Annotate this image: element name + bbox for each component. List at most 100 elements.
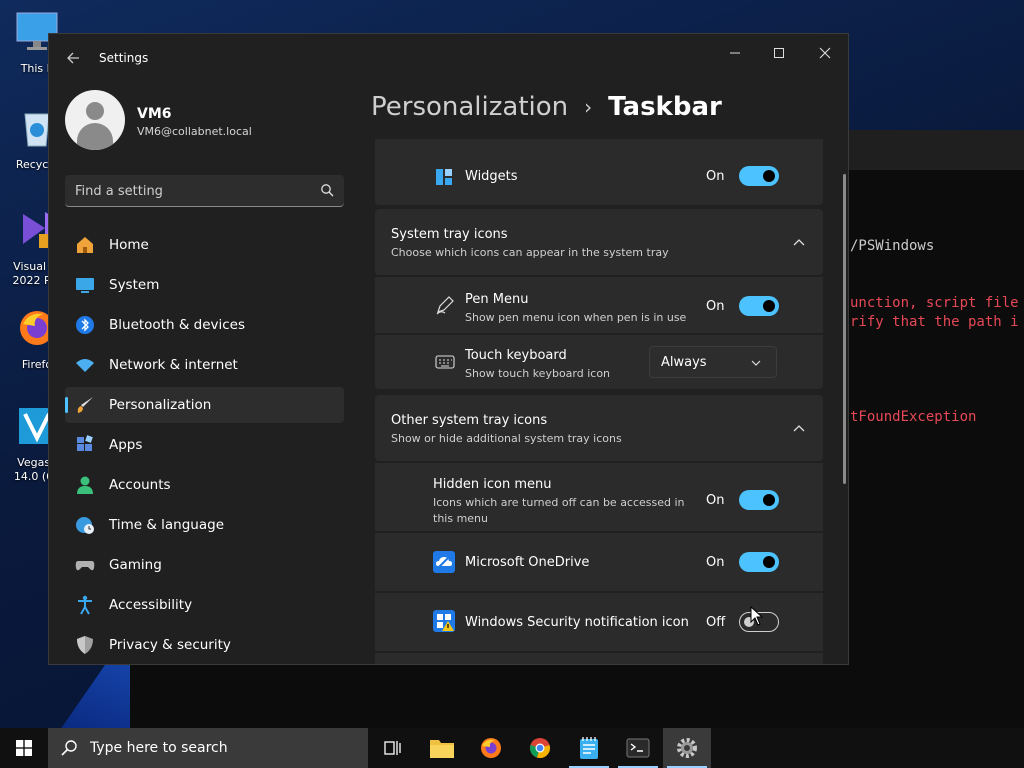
page-title: Taskbar — [608, 92, 722, 122]
windows-logo-icon — [16, 740, 32, 756]
terminal-line: tFoundException — [850, 409, 977, 425]
user-email: VM6@collabnet.local — [137, 125, 252, 138]
sidebar-item-label: Privacy & security — [109, 637, 231, 653]
onedrive-icon — [433, 551, 455, 573]
accessibility-icon — [78, 595, 92, 615]
terminal-line: rify that the path i — [850, 314, 1019, 330]
sidebar-item-label: Personalization — [109, 397, 212, 413]
onedrive-state: On — [706, 555, 725, 570]
chevron-up-icon[interactable] — [793, 423, 805, 435]
sidebar-item-personalization[interactable]: Personalization — [65, 387, 344, 423]
content-scrollbar[interactable] — [843, 174, 846, 484]
onedrive-toggle[interactable] — [739, 552, 779, 572]
task-view-icon — [384, 741, 401, 755]
touch-keyboard-subtitle: Show touch keyboard icon — [465, 367, 611, 380]
minimize-button[interactable] — [712, 38, 758, 68]
windows-security-state: Off — [706, 615, 726, 630]
wifi-icon — [76, 359, 94, 372]
sidebar-item-accounts[interactable]: Accounts — [65, 467, 344, 503]
close-button[interactable] — [802, 38, 848, 68]
taskbar-terminal[interactable] — [614, 728, 662, 768]
accounts-icon — [77, 476, 93, 494]
chevron-up-icon[interactable] — [793, 237, 805, 249]
avatar[interactable] — [65, 90, 125, 150]
maximize-button[interactable] — [756, 38, 802, 68]
sidebar-item-home[interactable]: Home — [65, 227, 344, 263]
minimize-icon — [730, 52, 740, 54]
hidden-icon-menu-row[interactable]: Hidden icon menu Icons which are turned … — [375, 463, 823, 531]
other-tray-subtitle: Show or hide additional system tray icon… — [391, 432, 622, 445]
sidebar-item-system[interactable]: System — [65, 267, 344, 303]
sidebar-item-apps[interactable]: Apps — [65, 427, 344, 463]
settings-icon — [677, 738, 697, 758]
sidebar-item-time-language[interactable]: Time & language — [65, 507, 344, 543]
onedrive-row[interactable]: Microsoft OneDrive On — [375, 533, 823, 591]
window-title: Settings — [99, 51, 149, 65]
taskbar-firefox[interactable] — [467, 728, 515, 768]
mouse-cursor-icon — [750, 606, 764, 626]
taskbar-notepad[interactable] — [565, 728, 613, 768]
notepad-icon — [580, 737, 598, 759]
toggle-knob — [763, 556, 775, 568]
brush-icon — [77, 397, 93, 413]
touch-keyboard-row[interactable]: Touch keyboard Show touch keyboard icon … — [375, 335, 823, 389]
pen-menu-toggle[interactable] — [739, 296, 779, 316]
pen-menu-row[interactable]: Pen Menu Show pen menu icon when pen is … — [375, 277, 823, 333]
start-button[interactable] — [0, 728, 48, 768]
back-button[interactable] — [61, 46, 85, 70]
widgets-state: On — [706, 169, 725, 184]
other-tray-section-header[interactable]: Other system tray icons Show or hide add… — [375, 395, 823, 461]
back-arrow-icon — [67, 52, 79, 64]
sidebar-item-network[interactable]: Network & internet — [65, 347, 344, 383]
widgets-label: Widgets — [465, 169, 518, 184]
taskbar-chrome[interactable] — [516, 728, 564, 768]
terminal-icon — [626, 738, 650, 758]
sidebar-item-label: Home — [109, 237, 149, 253]
widgets-toggle[interactable] — [739, 166, 779, 186]
chevron-down-icon — [751, 360, 761, 366]
sidebar-nav: Home System Bluetooth & devices Network … — [65, 227, 344, 664]
settings-content[interactable]: Widgets On System tray icons Choose whic… — [375, 139, 823, 664]
search-input[interactable] — [75, 181, 305, 201]
touch-keyboard-dropdown[interactable]: Always — [649, 346, 777, 378]
home-icon — [77, 237, 93, 253]
other-tray-title: Other system tray icons — [391, 413, 548, 428]
toggle-knob — [763, 494, 775, 506]
taskbar: Type here to search — [0, 728, 1024, 768]
system-tray-title: System tray icons — [391, 227, 508, 242]
pen-menu-subtitle: Show pen menu icon when pen is in use — [465, 311, 687, 324]
pen-menu-title: Pen Menu — [465, 292, 529, 307]
file-explorer-icon — [430, 740, 454, 758]
hidden-icon-menu-subtitle: Icons which are turned off can be access… — [433, 496, 685, 509]
search-icon — [321, 184, 334, 197]
search-icon — [61, 740, 77, 756]
apps-icon — [77, 435, 93, 451]
settings-window[interactable]: Settings VM6 VM6@collabnet.local Home Sy… — [48, 33, 849, 665]
firefox-icon — [481, 738, 501, 758]
terminal-line: /PSWindows — [850, 238, 935, 254]
system-tray-section-header[interactable]: System tray icons Choose which icons can… — [375, 209, 823, 275]
sidebar-item-privacy-security[interactable]: Privacy & security — [65, 627, 344, 663]
taskbar-file-explorer[interactable] — [418, 728, 466, 768]
sidebar-item-label: Bluetooth & devices — [109, 317, 246, 333]
sidebar-item-label: Accounts — [109, 477, 171, 493]
globe-clock-icon — [76, 517, 94, 534]
widgets-icon — [436, 169, 452, 185]
hidden-icon-menu-title: Hidden icon menu — [433, 477, 552, 492]
widgets-row[interactable]: Widgets On — [375, 139, 823, 205]
shield-icon — [77, 636, 93, 654]
sidebar-item-gaming[interactable]: Gaming — [65, 547, 344, 583]
taskbar-settings[interactable] — [663, 728, 711, 768]
close-icon — [819, 47, 831, 59]
windows-security-title: Windows Security notification icon — [465, 615, 689, 630]
sidebar-item-label: System — [109, 277, 160, 293]
sidebar-item-label: Time & language — [109, 517, 225, 533]
hidden-icon-menu-toggle[interactable] — [739, 490, 779, 510]
breadcrumb-parent[interactable]: Personalization — [371, 92, 568, 122]
taskbar-task-view[interactable] — [368, 728, 416, 768]
sidebar-item-bluetooth[interactable]: Bluetooth & devices — [65, 307, 344, 343]
taskbar-search[interactable]: Type here to search — [48, 728, 368, 768]
toggle-knob — [763, 170, 775, 182]
search-box[interactable] — [65, 175, 344, 207]
sidebar-item-accessibility[interactable]: Accessibility — [65, 587, 344, 623]
